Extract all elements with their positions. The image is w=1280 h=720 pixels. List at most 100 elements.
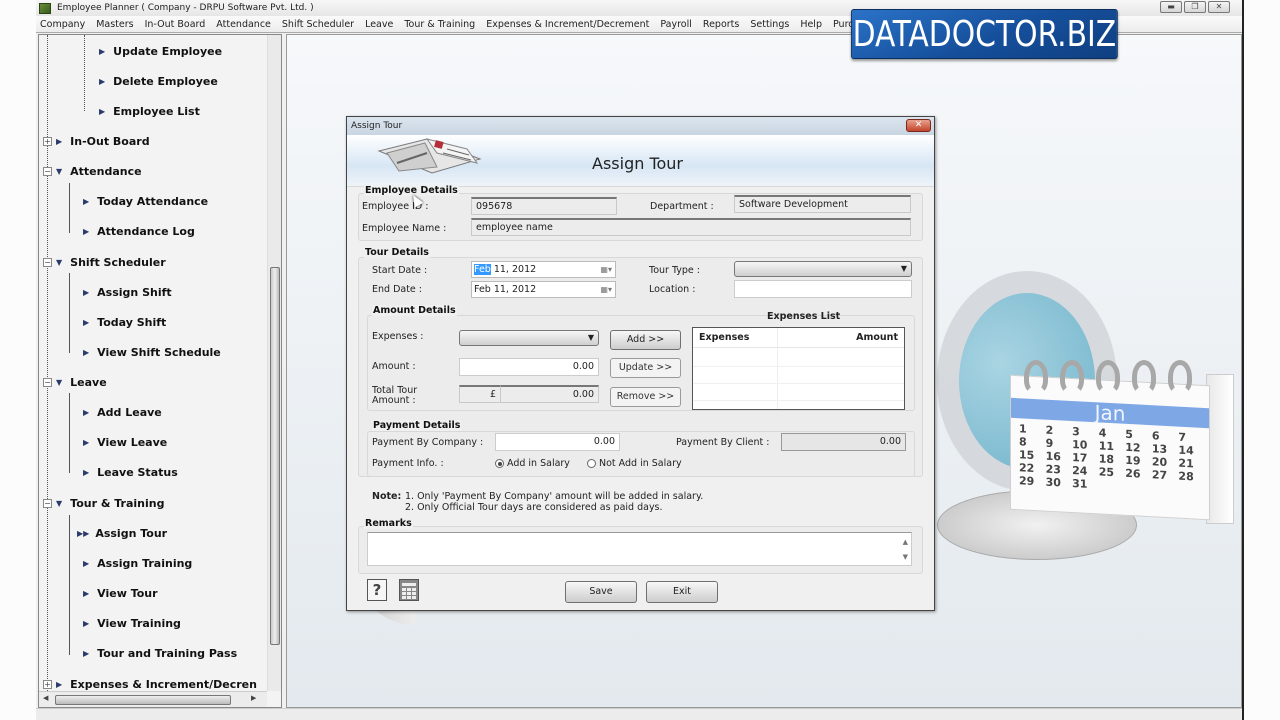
employee-name-field[interactable]: employee name (471, 218, 911, 236)
help-icon[interactable]: ? (367, 579, 387, 601)
book-icon (377, 138, 482, 174)
arrow-right-icon: ▶ (83, 618, 90, 628)
sidebar-item-today-attendance[interactable]: ▶ Today Attendance (83, 192, 208, 210)
sidebar-item-view-tour[interactable]: ▶ View Tour (83, 584, 158, 602)
sidebar-item-leave-status[interactable]: ▶ Leave Status (83, 463, 178, 481)
arrow-right-icon: ▶ (83, 347, 90, 357)
arrow-right-icon: ▶ (83, 407, 90, 417)
tour-type-label: Tour Type : (649, 265, 700, 276)
remarks-textarea[interactable]: ▲ ▼ (367, 532, 912, 566)
sidebar-item-tour-training-pass[interactable]: ▶ Tour and Training Pass (83, 644, 237, 662)
collapse-icon[interactable]: − (43, 377, 52, 387)
menu-company[interactable]: Company (40, 19, 85, 30)
calendar-dropdown-icon[interactable]: ▦▾ (600, 285, 612, 294)
calendar-day: 26 (1125, 466, 1141, 481)
menu-leave[interactable]: Leave (365, 19, 393, 30)
expand-icon[interactable]: + (43, 679, 52, 689)
tour-details-legend: Tour Details (364, 247, 430, 258)
sidebar-item-expenses[interactable]: + ▶ Expenses & Increment/Decren (43, 675, 257, 691)
menu-in-out-board[interactable]: In-Out Board (145, 19, 206, 30)
menu-shift-scheduler[interactable]: Shift Scheduler (282, 19, 354, 30)
menu-payroll[interactable]: Payroll (660, 19, 692, 30)
sidebar-item-assign-training[interactable]: ▶ Assign Training (83, 554, 192, 572)
sidebar-item-view-leave[interactable]: ▶ View Leave (83, 433, 167, 451)
expenses-list-table[interactable]: Expenses Amount (692, 327, 905, 410)
column-header-expenses[interactable]: Expenses (699, 332, 749, 343)
sidebar-item-today-shift[interactable]: ▶ Today Shift (83, 313, 166, 331)
sidebar-item-shift-scheduler[interactable]: − ▼ Shift Scheduler (43, 253, 166, 271)
radio-add-in-salary[interactable]: Add in Salary (495, 458, 570, 469)
sidebar-item-view-shift-schedule[interactable]: ▶ View Shift Schedule (83, 343, 221, 361)
tree-line (69, 183, 70, 233)
end-date-picker[interactable]: Feb 11, 2012 ▦▾ (471, 281, 616, 298)
restore-icon[interactable]: ❐ (1184, 1, 1206, 13)
collapse-icon[interactable]: − (43, 498, 52, 508)
scroll-left-icon[interactable]: ◀ (43, 694, 48, 702)
close-icon[interactable]: ✕ (1208, 1, 1230, 13)
menu-reports[interactable]: Reports (703, 19, 739, 30)
payment-by-company-field[interactable]: 0.00 (495, 433, 620, 451)
scroll-right-icon[interactable]: ▶ (251, 694, 256, 702)
sidebar-item-add-leave[interactable]: ▶ Add Leave (83, 403, 162, 421)
end-date-label: End Date : (372, 284, 423, 295)
expenses-select[interactable]: ▼ (459, 330, 599, 346)
sidebar-horizontal-scrollbar[interactable]: ◀ ▶ (39, 691, 267, 707)
sidebar-vertical-scrollbar[interactable] (267, 35, 281, 691)
menu-expenses[interactable]: Expenses & Increment/Decrement (486, 19, 649, 30)
sidebar-item-in-out-board[interactable]: + ▶ In-Out Board (43, 132, 150, 150)
chevron-down-icon: ▼ (587, 333, 594, 342)
arrow-down-icon: ▼ (56, 377, 63, 387)
collapse-icon[interactable]: − (43, 257, 52, 267)
scrollbar-thumb[interactable] (270, 267, 280, 645)
add-expense-button[interactable]: Add >> (610, 330, 681, 350)
close-icon[interactable]: ✕ (906, 119, 931, 132)
app-icon (39, 2, 51, 14)
sidebar-item-leave[interactable]: − ▼ Leave (43, 373, 107, 391)
location-field[interactable] (734, 280, 912, 298)
dialog-title-bar: Assign Tour (347, 117, 934, 135)
scrollbar-thumb[interactable] (55, 695, 231, 705)
sidebar-item-view-training[interactable]: ▶ View Training (83, 614, 181, 632)
radio-unselected-icon (587, 459, 596, 468)
start-date-label: Start Date : (372, 265, 428, 276)
amount-field[interactable]: 0.00 (459, 358, 599, 376)
start-date-picker[interactable]: Feb 11, 2012 ▦▾ (471, 261, 616, 278)
sidebar-item-attendance[interactable]: − ▼ Attendance (43, 162, 142, 180)
radio-not-add-in-salary[interactable]: Not Add in Salary (587, 458, 682, 469)
menu-help[interactable]: Help (800, 19, 822, 30)
save-button[interactable]: Save (565, 581, 637, 603)
double-arrow-right-icon: ▶▶ (77, 528, 90, 538)
sidebar-item-tour-training[interactable]: − ▼ Tour & Training (43, 494, 164, 512)
sidebar-item-assign-shift[interactable]: ▶ Assign Shift (83, 283, 172, 301)
arrow-right-icon: ▶ (83, 467, 90, 477)
sidebar-item-attendance-log[interactable]: ▶ Attendance Log (83, 222, 195, 240)
scroll-up-icon[interactable]: ▲ (903, 538, 908, 546)
exit-button[interactable]: Exit (646, 581, 718, 603)
arrow-right-icon: ▶ (56, 136, 63, 146)
expand-icon[interactable]: + (43, 136, 52, 146)
column-header-amount[interactable]: Amount (856, 332, 898, 343)
calendar-days: 1 2 3 4 5 6 7 8 9 10 11 12 13 14 15 16 17 18 19 20 21 22 23 24 2… (1019, 422, 1205, 497)
collapse-icon[interactable]: − (43, 166, 52, 176)
sidebar-item-update-employee[interactable]: ▶ Update Employee (99, 42, 222, 60)
update-expense-button[interactable]: Update >> (610, 358, 681, 378)
sidebar-item-delete-employee[interactable]: ▶ Delete Employee (99, 72, 218, 90)
employee-id-field[interactable]: 095678 (471, 197, 617, 215)
calendar-dropdown-icon[interactable]: ▦▾ (600, 265, 612, 274)
calculator-icon[interactable] (399, 579, 419, 601)
scroll-down-icon[interactable]: ▼ (903, 553, 908, 561)
calendar-day: 31 (1072, 477, 1088, 491)
remove-expense-button[interactable]: Remove >> (610, 387, 681, 407)
menu-masters[interactable]: Masters (96, 19, 133, 30)
department-label: Department : (650, 201, 714, 212)
arrow-right-icon: ▶ (83, 196, 90, 206)
menu-settings[interactable]: Settings (750, 19, 789, 30)
menu-attendance[interactable]: Attendance (216, 19, 271, 30)
tour-type-select[interactable]: ▼ (734, 261, 912, 277)
department-field[interactable]: Software Development (734, 195, 911, 213)
menu-tour-training[interactable]: Tour & Training (404, 19, 475, 30)
sidebar-item-assign-tour[interactable]: ▶▶ Assign Tour (77, 524, 167, 542)
minimize-icon[interactable]: ▬ (1160, 1, 1182, 13)
payment-by-client-field: 0.00 (781, 433, 906, 451)
sidebar-item-employee-list[interactable]: ▶ Employee List (99, 102, 200, 120)
